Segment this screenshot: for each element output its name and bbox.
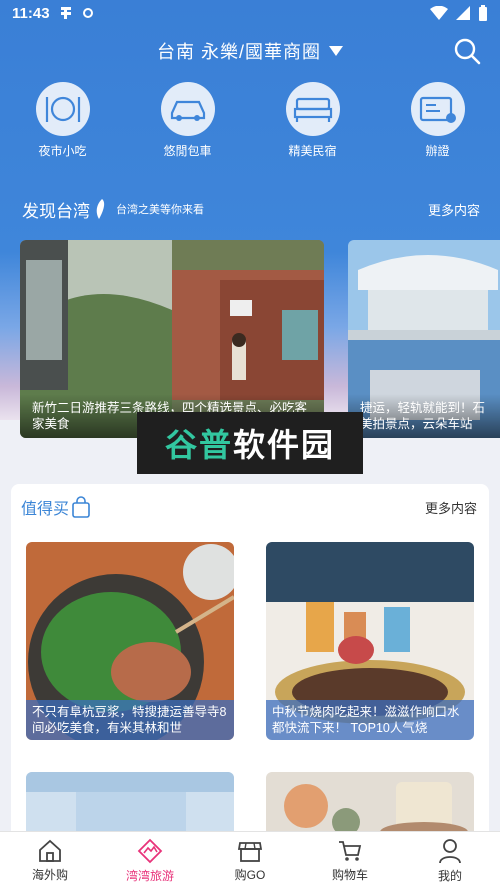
nav-cart[interactable]: 购物车 [300, 832, 400, 889]
category-label: 辦證 [425, 144, 450, 158]
category-night-market[interactable]: 夜市小吃 [0, 82, 125, 159]
category-label: 悠閒包車 [163, 144, 212, 158]
worth-buying-more-link[interactable]: 更多内容 [425, 498, 477, 517]
sync-icon [82, 8, 93, 18]
battery-icon [479, 5, 487, 21]
worth-buying-title: 值得买 [21, 501, 70, 518]
nav-label: 海外购 [31, 867, 68, 882]
discover-card[interactable]: 捷运，轻轨就能到！石美拍景点，云朵车站 [348, 240, 500, 438]
product-card[interactable]: 中秋节烧肉吃起来！滋滋作响口水都快流下来！ TOP10人气烧 [266, 542, 474, 740]
cart-icon [339, 840, 362, 861]
category-label: 精美民宿 [288, 144, 337, 158]
nav-profile[interactable]: 我的 [400, 832, 500, 889]
wifi-icon [430, 6, 448, 20]
caret-down-icon [329, 46, 343, 56]
taiwan-map-icon [96, 199, 105, 219]
id-card-icon [419, 96, 456, 123]
location-label: 台南 永樂/國華商圈 [156, 42, 321, 62]
category-homestay[interactable]: 精美民宿 [250, 82, 375, 159]
home-icon [39, 839, 61, 862]
worth-buying-header: 值得买 更多内容 [21, 494, 477, 520]
shopping-bag-icon [72, 496, 90, 518]
worth-buying-panel: 值得买 更多内容 不只有阜杭豆浆，特搜捷运善导寺8间必吃美食，有米其林和世 中秋… [11, 484, 489, 844]
discover-header: 发现台湾 台湾之美等你来看 更多内容 [22, 196, 480, 222]
travel-icon [137, 838, 163, 863]
nav-label: 湾湾旅游 [125, 868, 174, 883]
signal-icon [456, 6, 470, 20]
product-caption: 中秋节烧肉吃起来！滋滋作响口水都快流下来！ TOP10人气烧 [266, 700, 474, 740]
search-icon [454, 38, 481, 65]
search-button[interactable] [452, 36, 482, 66]
category-documents[interactable]: 辦證 [375, 82, 500, 159]
store-icon [237, 841, 263, 862]
nav-label: 我的 [437, 868, 462, 883]
car-icon [170, 100, 205, 121]
bed-icon [293, 97, 332, 122]
discover-carousel[interactable]: 新竹二日游推荐三条路线，四个精选景点、必吃客家美食 捷运，轻轨就能到！石美拍景点… [20, 240, 500, 438]
dining-icon [45, 96, 80, 122]
user-icon [439, 838, 461, 863]
nav-shop-go[interactable]: 购GO [200, 832, 300, 889]
location-selector[interactable]: 台南 永樂/國華商圈 [0, 36, 500, 66]
discover-title: 发现台湾 [22, 201, 90, 221]
notification-icon [60, 7, 71, 19]
status-time: 11:43 [12, 4, 50, 22]
bottom-nav: 海外购 湾湾旅游 购GO 购物车 我的 [0, 831, 500, 889]
nav-label: 购物车 [331, 867, 368, 882]
nav-travel[interactable]: 湾湾旅游 [100, 832, 200, 889]
discover-card[interactable]: 新竹二日游推荐三条路线，四个精选景点、必吃客家美食 [20, 240, 324, 438]
status-bar: 11:43 [0, 0, 500, 26]
category-car-rental[interactable]: 悠閒包車 [125, 82, 250, 159]
category-row: 夜市小吃 悠閒包車 精美民宿 辦證 [0, 82, 500, 159]
discover-subtitle: 台湾之美等你来看 [116, 204, 204, 216]
nav-label: 购GO [234, 867, 266, 882]
discover-more-link[interactable]: 更多内容 [428, 200, 480, 219]
category-label: 夜市小吃 [38, 144, 87, 158]
watermark-logo: 谷普 软件园 [137, 412, 363, 474]
product-card[interactable]: 不只有阜杭豆浆，特搜捷运善导寺8间必吃美食，有米其林和世 [26, 542, 234, 740]
product-caption: 不只有阜杭豆浆，特搜捷运善导寺8间必吃美食，有米其林和世 [26, 700, 234, 740]
nav-overseas[interactable]: 海外购 [0, 832, 100, 889]
discover-card-caption: 捷运，轻轨就能到！石美拍景点，云朵车站 [348, 394, 500, 438]
